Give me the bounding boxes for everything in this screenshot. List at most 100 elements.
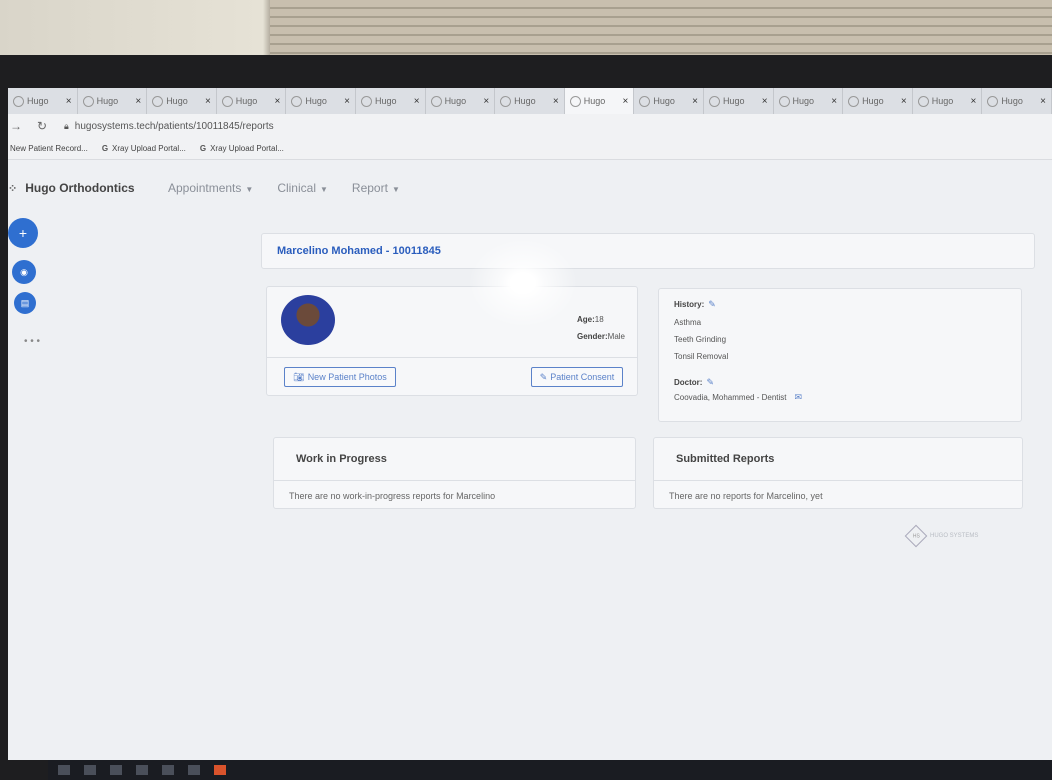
chevron-down-icon: ▼ <box>391 185 400 194</box>
close-icon[interactable]: × <box>553 96 559 107</box>
patient-gender: Male <box>607 332 625 341</box>
google-icon: G <box>101 144 109 153</box>
close-icon[interactable]: × <box>205 96 211 107</box>
browser-tab[interactable]: Hugo × <box>426 88 496 114</box>
url-field[interactable]: hugosystems.tech/patients/10011845/repor… <box>75 121 274 132</box>
forward-icon[interactable]: → <box>8 119 24 133</box>
start-icon[interactable] <box>58 765 70 775</box>
app-icon[interactable] <box>136 765 148 775</box>
menu-clinical[interactable]: Clinical ▼ <box>277 181 328 195</box>
close-icon[interactable]: × <box>692 96 698 107</box>
close-icon[interactable]: × <box>135 96 141 107</box>
globe-icon <box>708 95 720 107</box>
new-patient-photos-button[interactable]: 📷︎ New Patient Photos <box>284 367 396 387</box>
window-blinds <box>270 0 1052 62</box>
google-icon: G <box>199 144 207 153</box>
globe-icon <box>848 95 860 107</box>
history-item: Tonsil Removal <box>674 352 729 361</box>
bookmark-item[interactable]: New Patient Record... <box>10 144 88 153</box>
app-icon[interactable] <box>188 765 200 775</box>
browser-tab[interactable]: Hugo × <box>217 88 287 114</box>
globe-icon <box>291 95 303 107</box>
history-label: History: <box>674 300 705 309</box>
globe-icon <box>221 95 233 107</box>
menu-appointments[interactable]: Appointments ▼ <box>168 181 253 195</box>
close-icon[interactable]: × <box>762 96 768 107</box>
globe-icon <box>360 95 372 107</box>
patient-info-card: Age:18 Gender:Male 📷︎ New Patient Photos … <box>266 286 638 396</box>
globe-icon <box>430 95 442 107</box>
globe-icon <box>778 95 790 107</box>
close-icon[interactable]: × <box>66 96 72 107</box>
browser-tab[interactable]: Hugo × <box>147 88 217 114</box>
doctor-name: Coovadia, Mohammed - Dentist <box>674 393 787 402</box>
browser-tab[interactable]: Hugo × <box>774 88 844 114</box>
brand-name: Hugo Orthodontics <box>25 181 135 195</box>
close-icon[interactable]: × <box>623 96 629 107</box>
empty-message: There are no reports for Marcelino, yet <box>669 491 823 501</box>
bookmark-item[interactable]: G Xray Upload Portal... <box>200 144 284 153</box>
view-icon[interactable]: ◉ <box>12 260 36 284</box>
side-rail: + ◉ ▤ • • • <box>8 216 48 616</box>
edit-history-icon[interactable]: ✎ <box>708 299 716 309</box>
browser-icon[interactable] <box>214 765 226 775</box>
close-icon[interactable]: × <box>831 96 837 107</box>
close-icon[interactable]: × <box>970 96 976 107</box>
main-menu: Appointments ▼ Clinical ▼ Report ▼ <box>168 181 400 195</box>
browser-tab[interactable]: Hugo × <box>982 88 1052 114</box>
brand[interactable]: ⁘ Hugo Orthodontics <box>8 181 135 195</box>
patient-age: 18 <box>594 315 604 324</box>
browser-tab[interactable]: Hugo × <box>634 88 704 114</box>
close-icon[interactable]: × <box>414 96 420 107</box>
search-icon[interactable] <box>84 765 96 775</box>
browser-tab[interactable]: Hugo × <box>495 88 565 114</box>
browser-tab[interactable]: Hugo × <box>843 88 913 114</box>
monitor-screen: Hugo × Hugo × Hugo × Hugo × Hugo × Hugo × Hugo… <box>8 88 1052 760</box>
globe-icon <box>639 95 651 107</box>
history-card: History: ✎ Asthma Teeth Grinding Tonsil R… <box>658 288 1022 422</box>
browser-tab-active[interactable]: Hugo × <box>564 88 635 114</box>
browser-tab[interactable]: Hugo × <box>8 88 78 114</box>
globe-icon <box>500 95 512 107</box>
history-item: Teeth Grinding <box>674 335 727 344</box>
patient-consent-button[interactable]: ✎ Patient Consent <box>531 367 623 387</box>
browser-tab[interactable]: Hugo × <box>356 88 426 114</box>
browser-tab[interactable]: Hugo × <box>913 88 983 114</box>
envelope-icon[interactable]: ✉ <box>795 392 803 402</box>
hugo-logo-icon: HS <box>904 524 928 548</box>
edit-doctor-icon[interactable]: ✎ <box>706 377 714 387</box>
footer-logo: HS HUGO SYSTEMS <box>904 524 978 548</box>
close-icon[interactable]: × <box>1040 96 1046 107</box>
globe-icon <box>569 95 581 107</box>
bookmark-item[interactable]: G Xray Upload Portal... <box>102 144 186 153</box>
empty-message: There are no work-in-progress reports fo… <box>289 491 496 501</box>
chevron-down-icon: ▼ <box>320 185 328 194</box>
task-view-icon[interactable] <box>110 765 122 775</box>
chevron-down-icon: ▼ <box>245 185 254 194</box>
browser-tab[interactable]: Hugo × <box>704 88 774 114</box>
doctor-label: Doctor: <box>674 378 703 387</box>
browser-tab[interactable]: Hugo × <box>286 88 356 114</box>
more-icon[interactable]: • • • <box>24 336 40 347</box>
patient-title-card: Marcelino Mohamed - 10011845 <box>261 233 1035 269</box>
close-icon[interactable]: × <box>483 96 489 107</box>
close-icon[interactable]: × <box>344 96 350 107</box>
address-bar: → ↻ 🔒︎ hugosystems.tech/patients/1001184… <box>8 114 1052 138</box>
taskbar <box>48 760 1052 780</box>
globe-icon <box>13 95 24 107</box>
folder-icon[interactable] <box>162 765 174 775</box>
background-room <box>0 0 1052 62</box>
add-icon[interactable]: + <box>8 218 38 248</box>
document-icon[interactable]: ▤ <box>14 292 36 314</box>
browser-tab[interactable]: Hugo × <box>78 88 148 114</box>
globe-icon <box>82 95 94 107</box>
history-list: Asthma Teeth Grinding Tonsil Removal <box>674 314 1006 365</box>
lock-icon: 🔒︎ <box>64 120 69 131</box>
close-icon[interactable]: × <box>901 96 907 107</box>
close-icon[interactable]: × <box>275 96 281 107</box>
avatar <box>281 295 335 345</box>
reload-icon[interactable]: ↻ <box>34 119 50 133</box>
section-title: Submitted Reports <box>654 438 1022 481</box>
menu-report[interactable]: Report ▼ <box>352 181 400 195</box>
divider <box>267 357 637 358</box>
